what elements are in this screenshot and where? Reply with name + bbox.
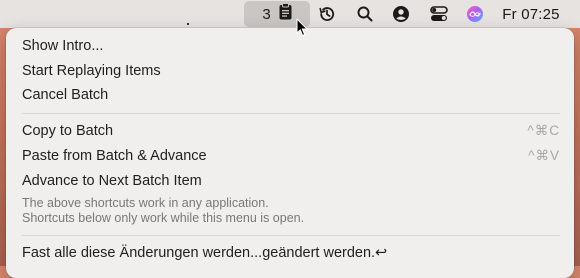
menu-item-paste-from-batch[interactable]: Paste from Batch & Advance ^⌘V <box>22 144 560 168</box>
menu-item-label: Paste from Batch & Advance <box>22 148 207 164</box>
menu-item-label: Cancel Batch <box>22 87 109 103</box>
menu-item-start-replaying[interactable]: Start Replaying Items <box>22 59 560 83</box>
menu-item-copy-to-batch[interactable]: Copy to Batch ^⌘C <box>22 119 560 143</box>
menu-item-label: Show Intro... <box>22 38 104 54</box>
menu-item-cancel-batch[interactable]: Cancel Batch <box>22 83 560 107</box>
clipboard-icon <box>279 3 292 25</box>
history-icon[interactable] <box>314 0 340 28</box>
menu-item-label: Copy to Batch <box>22 123 114 139</box>
mouse-pointer-icon <box>296 18 308 42</box>
batch-count: 3 <box>262 5 271 23</box>
menu-item-show-intro[interactable]: Show Intro... <box>22 34 560 58</box>
menu-item-label: Advance to Next Batch Item <box>22 173 202 189</box>
search-icon[interactable] <box>352 0 378 28</box>
menu-separator <box>22 113 560 114</box>
keyboard-shortcut: ^⌘C <box>527 123 560 138</box>
menu-note-line-1: The above shortcuts work in any applicat… <box>22 196 269 210</box>
user-account-icon[interactable] <box>388 0 414 28</box>
menubar-clock[interactable]: Fr 07:25 <box>498 0 564 28</box>
batch-dropdown-menu: Show Intro... Start Replaying Items Canc… <box>6 28 574 278</box>
menubar-tick-mark <box>187 23 189 25</box>
menu-item-label: Fast alle diese Änderungen werden...geän… <box>22 245 388 261</box>
menu-item-label: Start Replaying Items <box>22 63 161 79</box>
keyboard-shortcut: ^⌘V <box>528 148 560 163</box>
control-center-icon[interactable] <box>426 0 452 28</box>
menu-item-advance-next[interactable]: Advance to Next Batch Item <box>22 169 560 193</box>
menu-note-line-2: Shortcuts below only work while this men… <box>22 211 305 225</box>
menu-bar: 3 Fr 07:25 <box>0 0 580 28</box>
menu-item-batch-entry[interactable]: Fast alle diese Änderungen werden...geän… <box>22 241 560 265</box>
siri-icon[interactable] <box>462 0 488 28</box>
menu-separator <box>22 235 560 236</box>
